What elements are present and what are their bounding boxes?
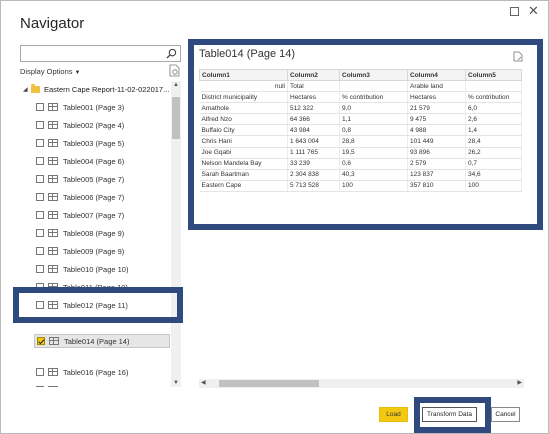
table-icon — [48, 175, 58, 183]
tree-item-label: Table017 (Page 16) — [63, 386, 128, 388]
tree-item-label: Table016 (Page 16) — [63, 367, 129, 377]
refresh-icon[interactable] — [169, 64, 180, 77]
tree-item[interactable]: Table016 (Page 16) — [36, 366, 128, 378]
close-icon[interactable]: ✕ — [528, 3, 539, 19]
scroll-up-icon[interactable]: ▲ — [171, 82, 181, 88]
item-checkbox[interactable] — [36, 121, 44, 129]
item-checkbox[interactable] — [36, 175, 44, 183]
tree-item[interactable]: Table004 (Page 6) — [36, 155, 124, 167]
highlight-box-preview — [188, 39, 543, 230]
navigator-dialog: Navigator ✕ Display Options ▼ ◢ Eastern C… — [0, 0, 549, 434]
scroll-right-icon[interactable]: ▶ — [517, 379, 522, 386]
scroll-down-icon[interactable]: ▼ — [171, 380, 181, 386]
item-checkbox[interactable] — [36, 265, 44, 273]
tree-item-label: Table003 (Page 5) — [63, 138, 125, 148]
table-icon — [48, 157, 58, 165]
display-options-label: Display Options — [20, 67, 73, 76]
table-icon — [48, 265, 58, 273]
folder-icon — [31, 84, 40, 93]
tree-item[interactable]: Table002 (Page 4) — [36, 119, 124, 131]
tree-item[interactable]: Table003 (Page 5) — [36, 137, 124, 149]
load-button[interactable]: Load — [379, 407, 408, 422]
cancel-button[interactable]: Cancel — [491, 407, 520, 422]
tree-item-label: Table002 (Page 4) — [63, 120, 125, 130]
item-checkbox[interactable] — [36, 211, 44, 219]
tree-item-label: Table006 (Page 7) — [63, 192, 125, 202]
tree-item-label: Table009 (Page 9) — [63, 246, 125, 256]
item-checkbox[interactable] — [36, 193, 44, 201]
scrollbar-thumb[interactable] — [172, 97, 180, 139]
highlight-box-selected-item — [13, 287, 183, 323]
table-icon — [48, 229, 58, 237]
display-options-dropdown[interactable]: Display Options ▼ — [20, 67, 80, 76]
tree-item[interactable]: Table007 (Page 7) — [36, 209, 124, 221]
item-checkbox[interactable] — [36, 247, 44, 255]
dialog-title: Navigator — [20, 15, 85, 32]
scroll-left-icon[interactable]: ◀ — [201, 379, 206, 386]
tree-item[interactable]: Table008 (Page 9) — [36, 227, 124, 239]
tree-item-label: Table001 (Page 3) — [63, 102, 125, 112]
search-icon[interactable] — [166, 48, 177, 59]
item-checkbox[interactable] — [36, 103, 44, 111]
tree-item-label: Table004 (Page 6) — [63, 156, 125, 166]
table-icon — [48, 103, 58, 111]
table-icon — [48, 139, 58, 147]
table-icon — [49, 337, 59, 345]
chevron-down-icon: ▼ — [74, 70, 81, 76]
table-icon — [48, 368, 58, 376]
navigator-tree: ◢ Eastern Cape Report-11-02-022017... Ta… — [20, 81, 170, 387]
tree-item[interactable]: Table001 (Page 3) — [36, 101, 124, 113]
table-icon — [48, 121, 58, 129]
tree-item[interactable]: Table006 (Page 7) — [36, 191, 124, 203]
tree-item-label: Table007 (Page 7) — [63, 210, 125, 220]
preview-horizontal-scrollbar[interactable]: ◀ ▶ — [199, 379, 524, 388]
table-icon — [48, 386, 58, 387]
item-checkbox[interactable] — [36, 139, 44, 147]
tree-root-folder[interactable]: ◢ Eastern Cape Report-11-02-022017... — [23, 84, 169, 95]
expand-triangle-icon[interactable]: ◢ — [23, 86, 31, 93]
table-icon — [48, 193, 58, 201]
item-checkbox[interactable] — [36, 229, 44, 237]
highlight-box-transform-button — [414, 397, 491, 433]
table-icon — [48, 247, 58, 255]
tree-item-label: Table005 (Page 7) — [63, 174, 125, 184]
tree-root-label: Eastern Cape Report-11-02-022017... — [44, 85, 170, 94]
tree-item[interactable]: Table009 (Page 9) — [36, 245, 124, 257]
tree-item[interactable]: Table017 (Page 16) — [36, 384, 128, 387]
tree-item-label: Table014 (Page 14) — [64, 336, 130, 346]
item-checkbox[interactable] — [36, 386, 44, 387]
tree-item-label: Table008 (Page 9) — [63, 228, 125, 238]
tree-item[interactable]: Table010 (Page 10) — [36, 263, 128, 275]
item-checkbox[interactable] — [36, 157, 44, 165]
table-icon — [48, 211, 58, 219]
tree-item-label: Table010 (Page 10) — [63, 264, 129, 274]
scrollbar-thumb[interactable] — [219, 380, 319, 387]
item-checkbox[interactable] — [37, 337, 45, 345]
tree-item[interactable]: Table014 (Page 14) — [34, 334, 170, 348]
tree-item[interactable]: Table005 (Page 7) — [36, 173, 124, 185]
search-input[interactable] — [20, 45, 181, 62]
item-checkbox[interactable] — [36, 368, 44, 376]
tree-scrollbar[interactable]: ▲ ▼ — [171, 81, 181, 387]
maximize-icon[interactable] — [510, 7, 519, 16]
